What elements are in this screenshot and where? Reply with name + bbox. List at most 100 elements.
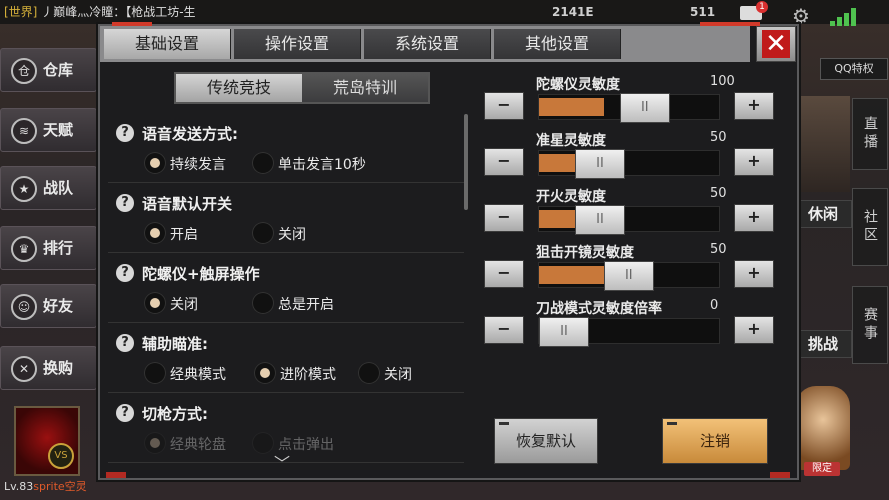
radio-label: 持续发言 bbox=[170, 157, 226, 173]
mascot-image[interactable] bbox=[796, 386, 850, 470]
side-menu-item[interactable]: ♛ 排行 bbox=[0, 226, 97, 270]
logout-button[interactable]: 注销 bbox=[662, 418, 768, 464]
slider-thumb[interactable]: II bbox=[539, 317, 589, 347]
radio-dot bbox=[252, 222, 274, 244]
help-icon[interactable]: ? bbox=[116, 404, 134, 422]
decrease-button[interactable]: − bbox=[484, 316, 524, 344]
slider-label: 刀战模式灵敏度倍率 bbox=[536, 301, 662, 317]
help-icon[interactable]: ? bbox=[116, 264, 134, 282]
help-icon[interactable]: ? bbox=[116, 334, 134, 352]
help-icon[interactable]: ? bbox=[116, 124, 134, 142]
side-menu-item[interactable]: ✕ 换购 bbox=[0, 346, 97, 390]
option-group: ? 语音发送方式: 持续发言 单击发言10秒 bbox=[108, 114, 464, 183]
decrease-button[interactable]: − bbox=[484, 260, 524, 288]
increase-button[interactable]: + bbox=[734, 260, 774, 288]
slider-thumb[interactable]: II bbox=[619, 93, 670, 123]
side-menu-label: 换购 bbox=[43, 359, 74, 377]
slider-value: 50 bbox=[710, 130, 727, 145]
chat-message[interactable]: [世界] 丿巅峰灬冷瞳：【枪战工坊-生 bbox=[4, 0, 196, 24]
increase-button[interactable]: + bbox=[734, 148, 774, 176]
radio-dot bbox=[358, 362, 380, 384]
side-menu-label: 仓库 bbox=[43, 61, 74, 79]
side-menu-item[interactable]: ≋ 天赋 bbox=[0, 108, 97, 152]
radio-dot bbox=[144, 432, 166, 454]
settings-tab[interactable]: 操作设置 bbox=[234, 29, 361, 59]
chevron-down-icon[interactable]: ﹀ bbox=[274, 450, 290, 474]
option-group: ? 陀螺仪+触屏操作 关闭 总是开启 bbox=[108, 254, 464, 323]
level-text: Lv.83 bbox=[4, 480, 34, 493]
side-menu-item[interactable]: ★ 战队 bbox=[0, 166, 97, 210]
decrease-button[interactable]: − bbox=[484, 92, 524, 120]
radio-label: 关闭 bbox=[278, 227, 306, 243]
settings-tab[interactable]: 基础设置 bbox=[104, 29, 231, 59]
chat-channel: [世界] bbox=[4, 5, 38, 19]
option-group: ? 辅助瞄准: 经典模式 进阶模式 关闭 bbox=[108, 324, 464, 393]
slider-thumb[interactable]: II bbox=[575, 149, 625, 179]
challenge-button[interactable]: 挑战 bbox=[794, 330, 852, 358]
signal-icon bbox=[830, 6, 860, 26]
vs-badge: VS bbox=[48, 443, 74, 469]
option-title: 辅助瞄准: bbox=[142, 335, 208, 353]
settings-tab[interactable]: 系统设置 bbox=[364, 29, 491, 59]
mode-subtab[interactable]: 荒岛特训 bbox=[302, 74, 428, 102]
option-title: 语音发送方式: bbox=[142, 125, 238, 143]
help-icon[interactable]: ? bbox=[116, 194, 134, 212]
slider-track[interactable]: II bbox=[538, 93, 720, 123]
increase-button[interactable]: + bbox=[734, 92, 774, 120]
close-icon: ✕ bbox=[762, 30, 790, 58]
option-title: 语音默认开关 bbox=[142, 195, 233, 213]
radio-dot bbox=[252, 432, 274, 454]
radio-label: 关闭 bbox=[384, 367, 412, 383]
player-avatar[interactable] bbox=[14, 406, 80, 476]
options-list[interactable]: ? 语音发送方式: 持续发言 单击发言10秒? 语音默认开关 开启 关闭? 陀螺仪+触屏操作关… bbox=[108, 114, 464, 466]
slider-track[interactable]: II bbox=[538, 261, 720, 291]
logout-label: 注销 bbox=[699, 432, 730, 450]
slider-thumb[interactable]: II bbox=[603, 261, 654, 291]
side-menu-item[interactable]: 仓仓库 bbox=[0, 48, 97, 92]
radio-label: 经典轮盘 bbox=[170, 437, 226, 453]
option-title: 陀螺仪+触屏操作 bbox=[142, 265, 260, 283]
community-tab[interactable]: 社区 bbox=[852, 188, 888, 266]
option-title: 切枪方式: bbox=[142, 405, 208, 423]
slider-track[interactable]: II bbox=[538, 205, 720, 235]
radio-label: 经典模式 bbox=[170, 367, 226, 383]
qq-privilege-button[interactable]: QQ特权 bbox=[820, 58, 888, 80]
side-menu-item[interactable]: ☺ 好友 bbox=[0, 284, 97, 328]
decrease-button[interactable]: − bbox=[484, 204, 524, 232]
slider-track[interactable]: II bbox=[538, 149, 720, 179]
character-portrait bbox=[792, 96, 850, 192]
slider-row: 陀螺仪灵敏度 100 − II + bbox=[484, 74, 774, 130]
close-button[interactable]: ✕ bbox=[756, 26, 796, 62]
radio-dot bbox=[144, 222, 166, 244]
slider-row: 狙击开镜灵敏度 50 − II + bbox=[484, 242, 774, 298]
side-menu-label: 天赋 bbox=[43, 121, 74, 139]
live-tab[interactable]: 直播 bbox=[852, 98, 888, 170]
friends-icon: ☺ bbox=[11, 294, 37, 320]
button-deco bbox=[499, 422, 509, 425]
increase-button[interactable]: + bbox=[734, 316, 774, 344]
slider-value: 50 bbox=[710, 242, 727, 257]
settings-dialog: 基础设置 操作设置 系统设置 其他设置 ✕ 传统竞技 荒岛特训 ? 语音发送方式: 持续发言… bbox=[98, 22, 799, 480]
radio-label: 进阶模式 bbox=[280, 367, 336, 383]
leisure-button[interactable]: 休闲 bbox=[794, 200, 852, 228]
slider-value: 0 bbox=[710, 298, 719, 313]
settings-tab[interactable]: 其他设置 bbox=[494, 29, 621, 59]
option-group: ? 语音默认开关开启 关闭 bbox=[108, 184, 464, 253]
radio-label: 关闭 bbox=[170, 297, 198, 313]
slider-row: 开火灵敏度 50 − II + bbox=[484, 186, 774, 242]
gear-icon[interactable]: ⚙ bbox=[792, 6, 810, 26]
mode-subtab[interactable]: 传统竞技 bbox=[176, 74, 302, 102]
decrease-button[interactable]: − bbox=[484, 148, 524, 176]
radio-label: 单击发言10秒 bbox=[278, 157, 366, 173]
radio-label: 开启 bbox=[170, 227, 198, 243]
options-scrollbar[interactable] bbox=[464, 114, 468, 210]
reset-default-button[interactable]: 恢复默认 bbox=[494, 418, 598, 464]
slider-label: 开火灵敏度 bbox=[536, 189, 606, 205]
match-tab[interactable]: 赛事 bbox=[852, 286, 888, 364]
slider-thumb[interactable]: II bbox=[575, 205, 625, 235]
increase-button[interactable]: + bbox=[734, 204, 774, 232]
slider-row: 刀战模式灵敏度倍率 0 − II + bbox=[484, 298, 774, 354]
slider-track[interactable]: II bbox=[538, 317, 720, 347]
slider-fill bbox=[539, 154, 575, 172]
mascot-tag: 限定 bbox=[804, 462, 840, 476]
